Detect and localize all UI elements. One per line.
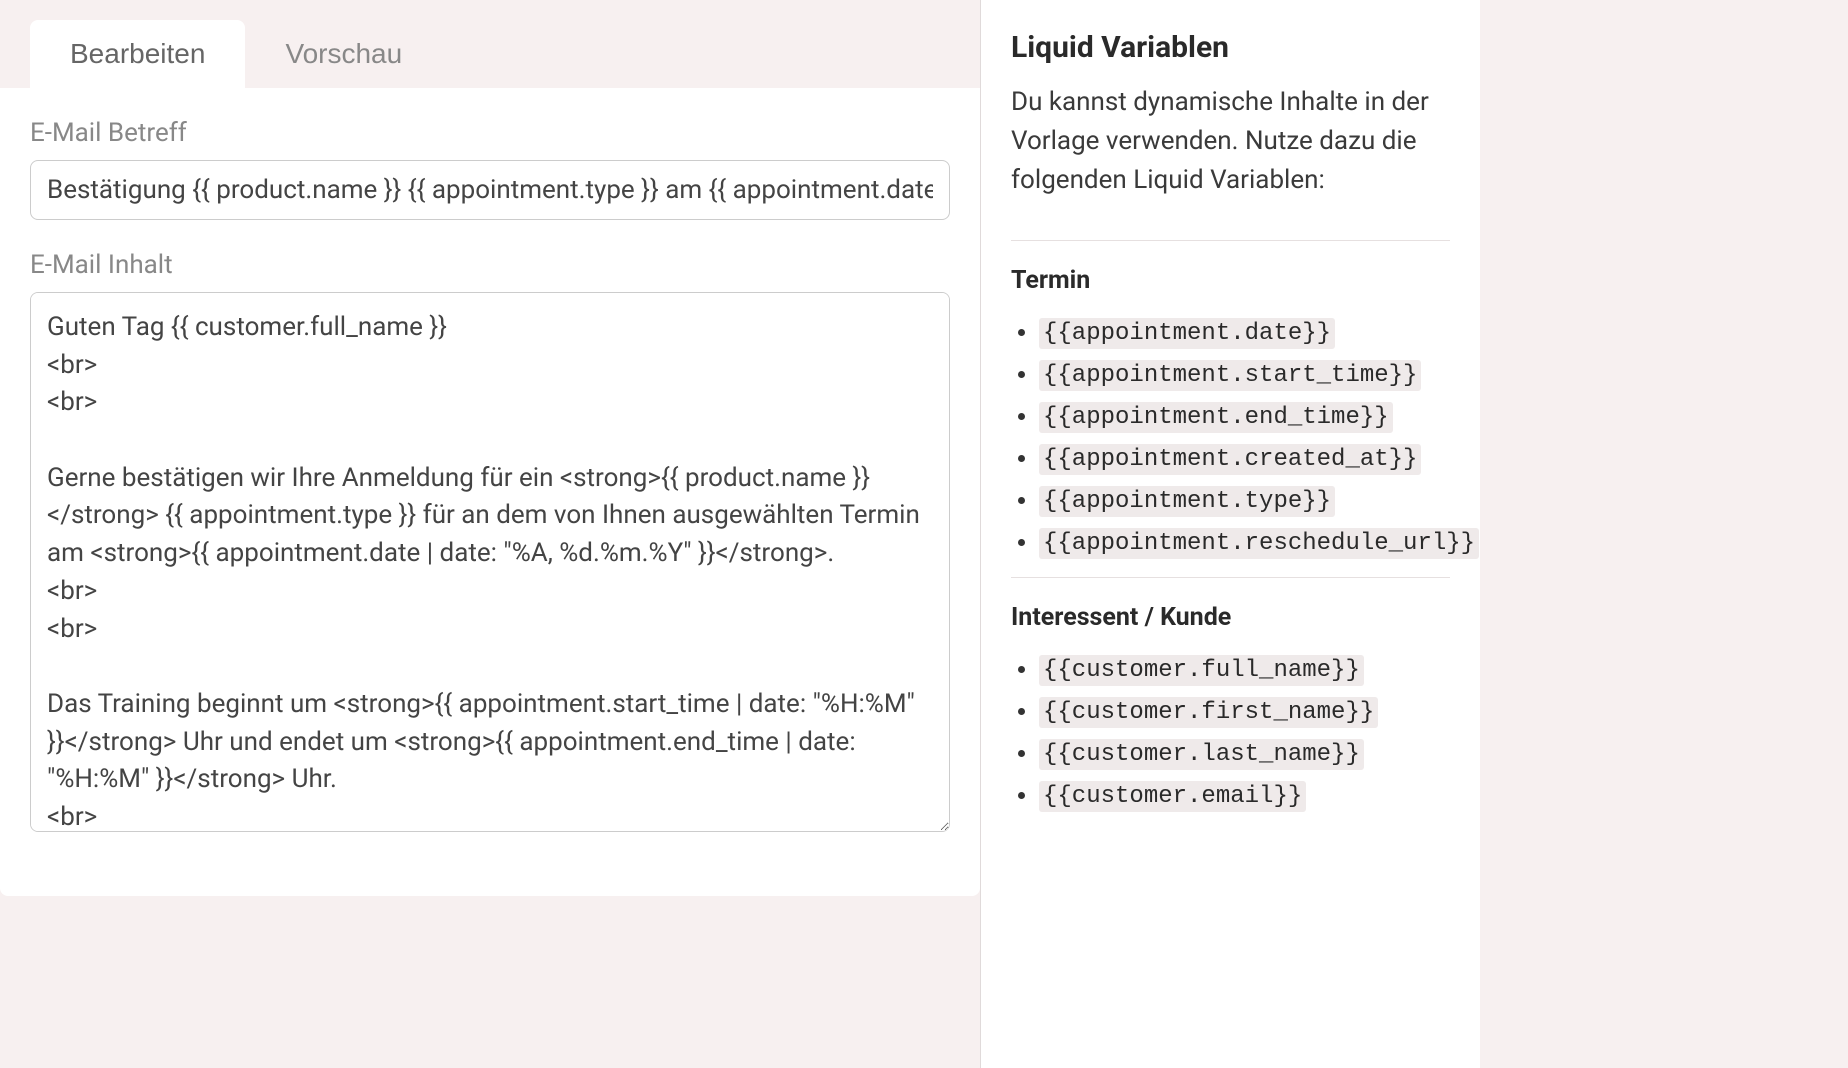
tab-edit[interactable]: Bearbeiten [30,20,245,88]
variable-list-item: {{customer.full_name}} [1039,654,1450,684]
variable-list-item: {{appointment.end_time}} [1039,401,1450,431]
subject-group: E-Mail Betreff [30,118,950,220]
variables-panel: Liquid Variablen Du kannst dynamische In… [980,0,1480,1068]
variable-code: {{customer.full_name}} [1039,655,1364,686]
variable-list-item: {{appointment.type}} [1039,485,1450,515]
variable-code: {{appointment.reschedule_url}} [1039,528,1479,559]
variable-code: {{appointment.type}} [1039,486,1335,517]
variable-code: {{appointment.start_time}} [1039,360,1421,391]
tab-preview[interactable]: Vorschau [245,20,442,88]
variable-list-item: {{appointment.start_time}} [1039,359,1450,389]
variable-list-item: {{appointment.date}} [1039,317,1450,347]
body-label: E-Mail Inhalt [30,250,950,280]
editor-panel: Bearbeiten Vorschau E-Mail Betreff E-Mai… [0,0,980,1068]
variable-code: {{customer.email}} [1039,781,1306,812]
body-textarea[interactable] [30,292,950,832]
variable-section: Interessent / Kunde {{customer.full_name}… [1011,577,1450,810]
variables-intro: Du kannst dynamische Inhalte in der Vorl… [1011,83,1450,200]
subject-label: E-Mail Betreff [30,118,950,148]
form-card: E-Mail Betreff E-Mail Inhalt [0,88,980,896]
body-group: E-Mail Inhalt [30,250,950,836]
variable-section-heading: Termin [1011,266,1450,295]
variables-title: Liquid Variablen [1011,30,1450,65]
variable-list-item: {{customer.email}} [1039,780,1450,810]
variable-list: {{appointment.date}} {{appointment.start_… [1011,317,1450,557]
variable-list-item: {{appointment.reschedule_url}} [1039,527,1450,557]
variable-code: {{customer.first_name}} [1039,697,1378,728]
variable-code: {{customer.last_name}} [1039,739,1364,770]
variable-list-item: {{appointment.created_at}} [1039,443,1450,473]
variable-code: {{appointment.date}} [1039,318,1335,349]
variable-list-item: {{customer.first_name}} [1039,696,1450,726]
tab-bar: Bearbeiten Vorschau [0,0,980,88]
variable-section: Termin{{appointment.date}}{{appointment.… [1011,240,1450,557]
variable-list: {{customer.full_name}} {{customer.first_n… [1011,654,1450,810]
variable-code: {{appointment.created_at}} [1039,444,1421,475]
subject-input[interactable] [30,160,950,220]
variable-section-heading: Interessent / Kunde [1011,603,1450,632]
variable-list-item: {{customer.last_name}} [1039,738,1450,768]
variable-code: {{appointment.end_time}} [1039,402,1393,433]
